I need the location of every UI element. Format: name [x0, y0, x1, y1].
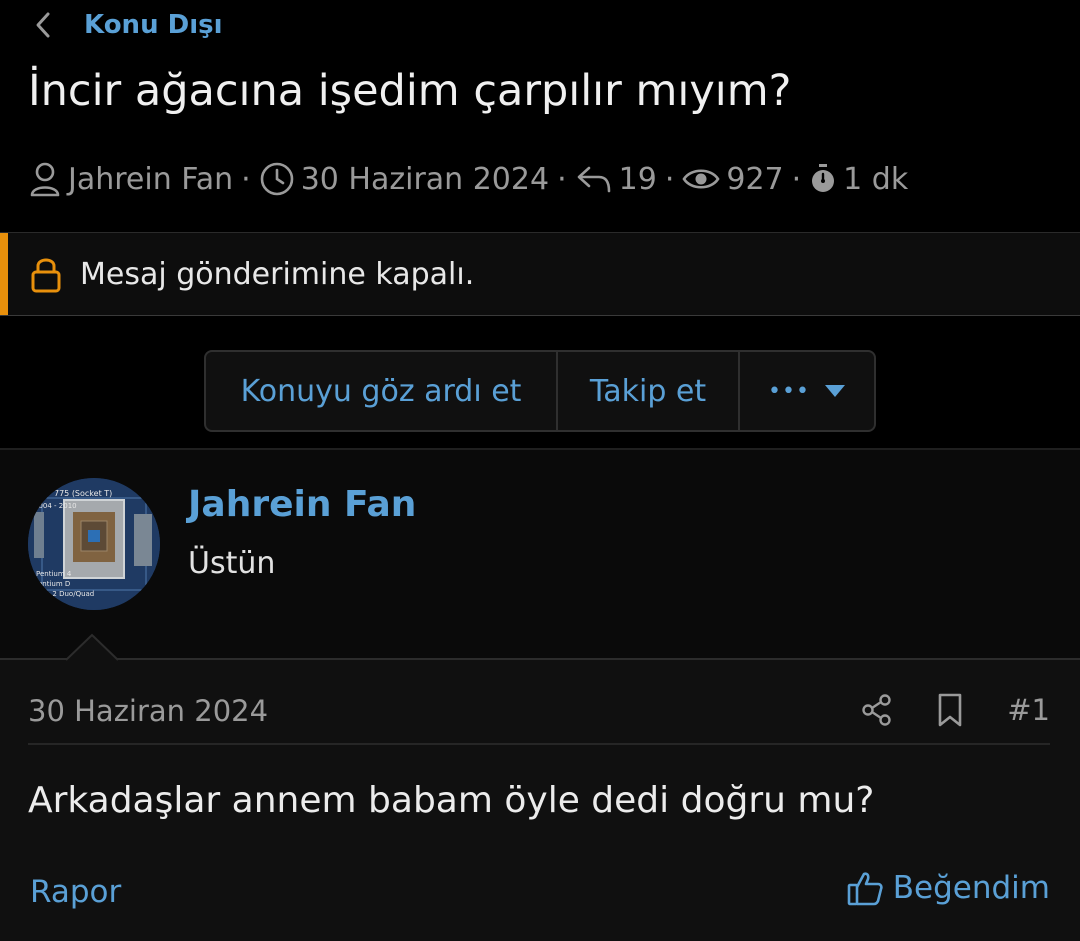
avatar-label-socket: 775 (Socket T) [54, 489, 112, 498]
report-link[interactable]: Rapor [30, 874, 121, 910]
like-button[interactable]: Beğendim [847, 870, 1050, 906]
follow-button[interactable]: Takip et [558, 352, 740, 430]
avatar-label-core2: Core 2 Duo/Quad [34, 590, 94, 598]
eye-icon [682, 164, 720, 194]
thread-author[interactable]: Jahrein Fan [68, 162, 233, 197]
clock-icon [259, 161, 295, 197]
post-date[interactable]: 30 Haziran 2024 [28, 694, 268, 728]
ignore-thread-button[interactable]: Konuyu göz ardı et [206, 352, 558, 430]
more-options-button[interactable]: ••• [740, 352, 874, 430]
post-number[interactable]: #1 [1007, 693, 1050, 727]
post-body: Arkadaşlar annem babam öyle dedi doğru m… [28, 780, 875, 821]
reply-count: 19 [618, 161, 657, 197]
post-username[interactable]: Jahrein Fan [188, 484, 416, 525]
meta-separator: · [241, 161, 251, 197]
read-time: 1 dk [843, 161, 909, 197]
meta-separator: · [791, 161, 802, 197]
post-author-block: 775 (Socket T) 2004 - 2010 Pentium 4 Pen… [0, 450, 1080, 658]
thread-meta: Jahrein Fan · 30 Haziran 2024 · 19 · 927… [28, 154, 908, 204]
thumbs-up-icon [847, 870, 883, 906]
post-pointer [66, 633, 118, 661]
thread-actions: Konuyu göz ardı et Takip et ••• [204, 350, 876, 432]
meta-separator: · [664, 161, 675, 197]
notice-text: Mesaj gönderimine kapalı. [80, 256, 475, 292]
user-title: Üstün [188, 546, 276, 581]
closed-notice: Mesaj gönderimine kapalı. [0, 232, 1080, 316]
view-count: 927 [726, 161, 784, 197]
like-label: Beğendim [892, 870, 1050, 906]
thread-date[interactable]: 30 Haziran 2024 [301, 162, 549, 197]
chevron-left-icon[interactable] [32, 8, 60, 42]
meta-separator: · [557, 161, 567, 197]
avatar-label-pentium4: Pentium 4 [36, 570, 72, 578]
breadcrumb-label[interactable]: Konu Dışı [84, 10, 223, 40]
reply-icon [575, 162, 613, 196]
post: 30 Haziran 2024 #1 Arkadaşlar annem baba… [0, 658, 1080, 941]
post-tools: #1 [817, 690, 1050, 730]
caret-down-icon [824, 384, 846, 398]
notice-accent-bar [0, 233, 8, 315]
page-title: İncir ağacına işedim çarpılır mıyım? [28, 66, 792, 116]
bookmark-icon[interactable] [937, 693, 963, 727]
share-icon[interactable] [861, 693, 893, 727]
avatar[interactable]: 775 (Socket T) 2004 - 2010 Pentium 4 Pen… [28, 478, 160, 610]
lock-icon [30, 254, 64, 294]
timer-icon [809, 163, 837, 195]
thread-header: Konu Dışı İncir ağacına işedim çarpılır … [0, 0, 1080, 232]
divider [28, 743, 1050, 745]
breadcrumb[interactable]: Konu Dışı [32, 8, 223, 42]
user-icon [28, 161, 62, 197]
more-label: ••• [768, 378, 810, 404]
avatar-label-pentiumd: Pentium D [34, 580, 70, 588]
avatar-label-years: 2004 - 2010 [34, 502, 77, 510]
